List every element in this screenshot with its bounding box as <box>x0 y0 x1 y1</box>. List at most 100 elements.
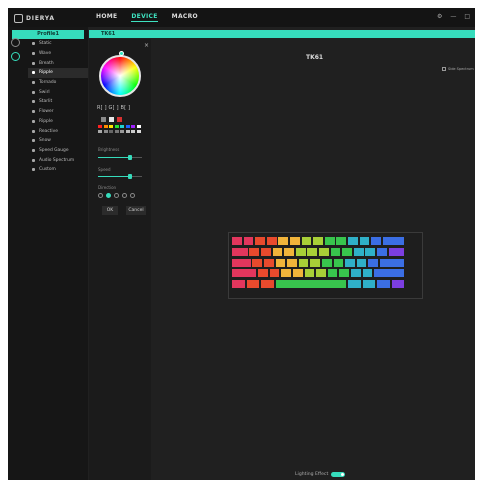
keyboard-key[interactable] <box>336 237 347 245</box>
keyboard-key[interactable] <box>313 237 323 245</box>
direction-option-2[interactable] <box>106 193 111 198</box>
keyboard-key[interactable] <box>379 258 405 267</box>
menu-item[interactable]: Ripple <box>28 117 88 127</box>
keyboard-key[interactable] <box>232 247 248 256</box>
palette-swatch[interactable] <box>98 125 102 128</box>
keyboard-key[interactable] <box>243 237 254 245</box>
keyboard-key[interactable] <box>307 247 318 256</box>
keyboard-key[interactable] <box>365 247 376 256</box>
direction-option-5[interactable] <box>130 193 135 198</box>
keyboard-key[interactable] <box>261 280 274 289</box>
keyboard-key[interactable] <box>382 237 405 245</box>
lighting-effect-toggle[interactable] <box>331 472 346 477</box>
keyboard-key[interactable] <box>330 247 341 256</box>
keyboard-key[interactable] <box>232 258 251 267</box>
keyboard-key[interactable] <box>362 280 376 289</box>
keyboard-key[interactable] <box>301 237 312 245</box>
keyboard-key[interactable] <box>350 269 361 278</box>
palette-swatch[interactable] <box>103 125 108 128</box>
nav-home[interactable]: HOME <box>96 13 117 22</box>
device-tab[interactable]: TK61 <box>101 30 115 38</box>
keyboard-key[interactable] <box>319 247 329 256</box>
keyboard-key[interactable] <box>246 280 260 289</box>
palette-swatch[interactable] <box>120 125 124 128</box>
keyboard-key[interactable] <box>333 258 344 267</box>
close-icon[interactable]: × <box>144 42 149 49</box>
keyboard-key[interactable] <box>275 258 286 267</box>
nav-device[interactable]: DEVICE <box>131 13 158 22</box>
keyboard-key[interactable] <box>377 280 390 289</box>
keyboard-key[interactable] <box>339 269 350 278</box>
keyboard-key[interactable] <box>371 237 381 245</box>
keyboard-key[interactable] <box>362 269 373 278</box>
keyboard-key[interactable] <box>348 237 358 245</box>
keyboard-key[interactable] <box>348 280 361 289</box>
current-color-swatch[interactable] <box>109 117 114 122</box>
brightness-slider[interactable] <box>98 155 142 160</box>
keyboard-key[interactable] <box>374 269 405 278</box>
menu-item[interactable]: Swirl <box>28 87 88 97</box>
palette-swatch[interactable] <box>98 129 102 133</box>
palette-swatch[interactable] <box>131 125 135 128</box>
palette-swatch[interactable] <box>103 129 108 133</box>
keyboard-key[interactable] <box>281 269 292 278</box>
palette-swatch[interactable] <box>109 125 113 128</box>
keyboard-key[interactable] <box>342 247 352 256</box>
keyboard-key[interactable] <box>391 280 405 289</box>
keyboard-key[interactable] <box>298 258 309 267</box>
keyboard-key[interactable] <box>316 269 326 278</box>
cancel-button[interactable]: Cancel <box>126 206 146 215</box>
selected-color-swatch[interactable] <box>117 117 122 122</box>
keyboard-key[interactable] <box>310 258 321 267</box>
minimize-icon[interactable]: — <box>450 13 456 20</box>
menu-item[interactable]: Starlit <box>28 97 88 107</box>
keyboard-key[interactable] <box>284 247 294 256</box>
menu-item[interactable]: Flower <box>28 107 88 117</box>
menu-item[interactable]: Ripple <box>28 68 88 78</box>
keyboard-key[interactable] <box>295 247 306 256</box>
palette-swatch[interactable] <box>125 129 130 133</box>
keyboard-key[interactable] <box>388 247 405 256</box>
keyboard-key[interactable] <box>278 237 289 245</box>
keyboard-key[interactable] <box>304 269 315 278</box>
maximize-icon[interactable]: □ <box>464 13 470 20</box>
keyboard-key[interactable] <box>232 237 242 245</box>
menu-item[interactable]: Breath <box>28 58 88 68</box>
keyboard-key[interactable] <box>377 247 387 256</box>
keyboard-key[interactable] <box>275 280 347 289</box>
keyboard-key[interactable] <box>252 258 263 267</box>
palette-swatch[interactable] <box>109 129 113 133</box>
direction-option-4[interactable] <box>122 193 127 198</box>
palette-swatch[interactable] <box>114 129 119 133</box>
keyboard-key[interactable] <box>258 269 268 278</box>
nav-macro[interactable]: MACRO <box>172 13 198 22</box>
rgb-inputs[interactable]: R[ ] G[ ] B[ ] <box>97 105 130 111</box>
direction-option-1[interactable] <box>98 193 103 198</box>
keyboard-key[interactable] <box>359 237 370 245</box>
profile-selector[interactable]: Profile1 <box>12 30 84 39</box>
menu-item[interactable]: Speed Gauge <box>28 146 88 156</box>
keyboard-key[interactable] <box>263 258 274 267</box>
keyboard-key[interactable] <box>255 237 265 245</box>
brightness-thumb[interactable] <box>127 155 132 160</box>
palette-swatch[interactable] <box>136 125 141 128</box>
keyboard-key[interactable] <box>272 247 283 256</box>
color-wheel-handle[interactable] <box>119 51 124 56</box>
keyboard-key[interactable] <box>345 258 355 267</box>
keyboard-key[interactable] <box>269 269 280 278</box>
color-wheel[interactable] <box>99 55 141 97</box>
palette-swatch[interactable] <box>114 125 119 128</box>
palette-swatch[interactable] <box>131 129 135 133</box>
menu-item[interactable]: Snow <box>28 136 88 146</box>
keyboard-key[interactable] <box>327 269 338 278</box>
direction-option-3[interactable] <box>114 193 119 198</box>
palette-swatch[interactable] <box>136 129 141 133</box>
keyboard-key[interactable] <box>321 258 332 267</box>
palette-swatch[interactable] <box>120 129 124 133</box>
menu-item[interactable]: Reactive <box>28 126 88 136</box>
palette-swatch[interactable] <box>125 125 130 128</box>
ok-button[interactable]: OK <box>102 206 118 215</box>
menu-item[interactable]: Static <box>28 39 88 49</box>
settings-icon[interactable]: ⚙ <box>437 13 442 20</box>
menu-item[interactable]: Tornado <box>28 78 88 88</box>
